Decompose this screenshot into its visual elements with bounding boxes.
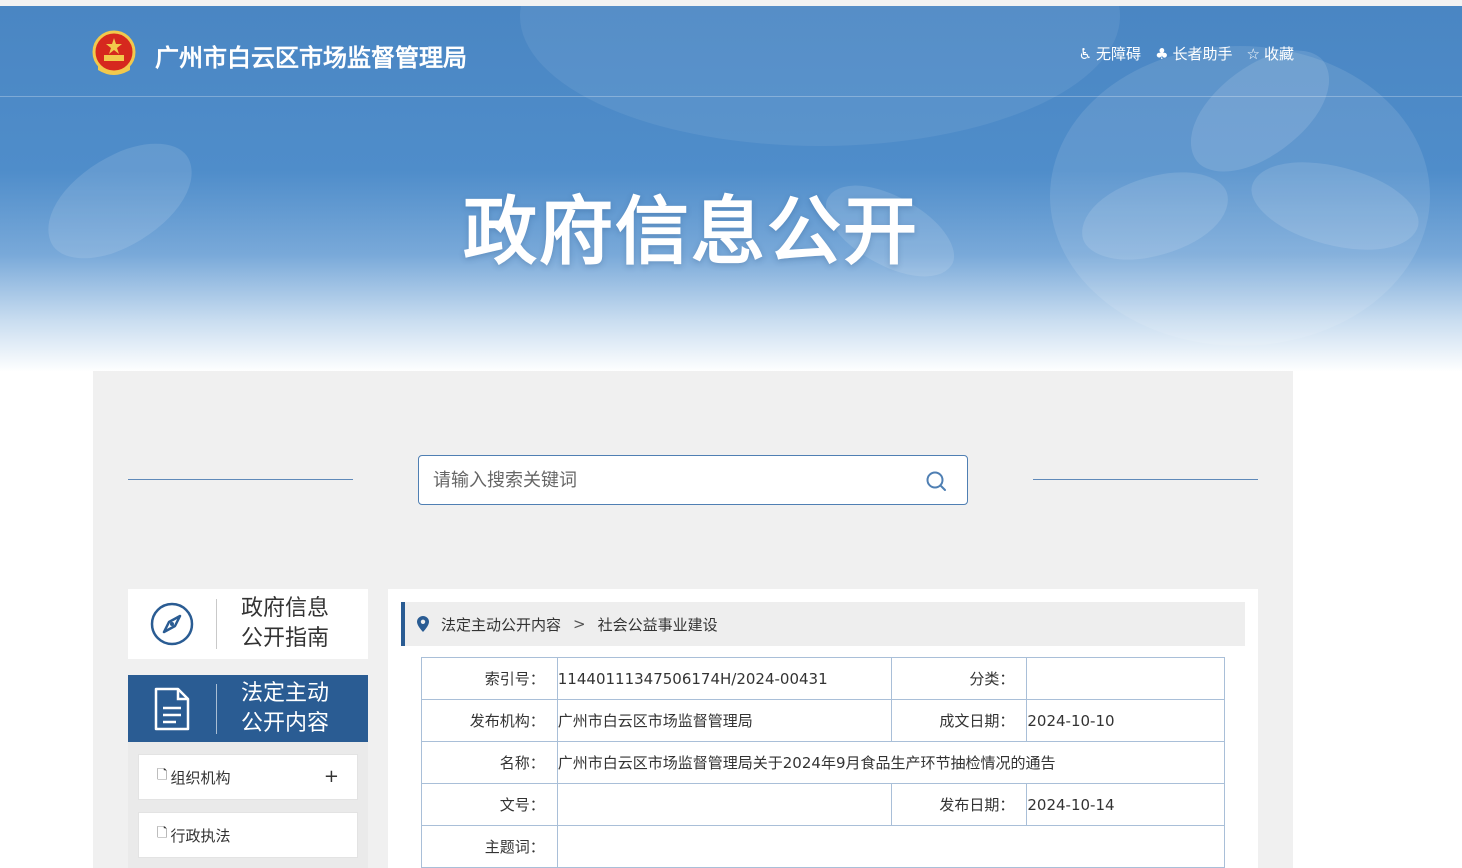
hero-title: 政府信息公开 <box>463 189 919 275</box>
chevron-right-icon: > <box>573 615 586 633</box>
table-row: 索引号： 11440111347506174H/2024-00431 分类： <box>421 657 1225 700</box>
written-date-label: 成文日期： <box>890 699 1028 742</box>
breadcrumb: 法定主动公开内容 > 社会公益事业建设 <box>401 602 1245 646</box>
location-pin-icon <box>417 616 429 632</box>
subject-value <box>556 825 1226 868</box>
expand-icon[interactable]: + <box>324 766 339 787</box>
search-input[interactable] <box>433 464 913 496</box>
info-table: 索引号： 11440111347506174H/2024-00431 分类： 发… <box>421 657 1226 868</box>
accessibility-link[interactable]: ♿ 无障碍 <box>1079 43 1141 64</box>
wheelchair-icon: ♿ <box>1078 44 1093 63</box>
search-left-line <box>128 479 353 480</box>
nav-card-statutory-disclosure[interactable]: 法定主动 公开内容 <box>128 675 368 742</box>
favorite-link[interactable]: ☆ 收藏 <box>1247 43 1294 64</box>
subject-label: 主题词： <box>421 825 558 868</box>
table-row: 名称： 广州市白云区市场监督管理局关于2024年9月食品生产环节抽检情况的通告 <box>421 741 1226 784</box>
search-box <box>418 455 968 505</box>
nav-card-gov-info-guide[interactable]: 政府信息 公开指南 <box>128 589 368 659</box>
nav-card-line1: 政府信息 <box>241 596 330 621</box>
nav-card-line1: 法定主动 <box>241 680 330 706</box>
table-row: 发布机构： 广州市白云区市场监督管理局 成文日期： 2024-10-10 <box>421 699 1225 742</box>
subnav-item-organization[interactable]: 🗋 组织机构 + <box>138 754 358 800</box>
category-label: 分类： <box>890 657 1028 700</box>
site-title: 广州市白云区市场监督管理局 <box>155 44 467 72</box>
index-label: 索引号： <box>421 657 558 700</box>
doc-icon: 🗋 <box>157 768 168 783</box>
national-emblem-icon <box>92 30 136 75</box>
table-row: 主题词： <box>421 825 1226 868</box>
search-right-line <box>1033 479 1258 480</box>
breadcrumb-item[interactable]: 法定主动公开内容 <box>441 614 561 635</box>
elder-helper-icon: ♣ <box>1155 44 1169 63</box>
publisher-label: 发布机构： <box>421 699 558 742</box>
star-icon: ☆ <box>1246 44 1260 63</box>
search-icon[interactable] <box>925 470 947 492</box>
header-divider <box>0 96 1462 97</box>
nav-card-line2: 公开指南 <box>241 626 330 651</box>
doc-no-label: 文号： <box>421 783 558 826</box>
category-value <box>1026 657 1225 700</box>
publish-date-value: 2024-10-14 <box>1026 783 1225 826</box>
written-date-value: 2024-10-10 <box>1026 699 1225 742</box>
elder-helper-link[interactable]: ♣ 长者助手 <box>1155 43 1232 64</box>
publish-date-label: 发布日期： <box>890 783 1028 826</box>
name-label: 名称： <box>421 741 558 784</box>
doc-no-value <box>556 783 892 826</box>
publisher-value: 广州市白云区市场监督管理局 <box>556 699 892 742</box>
index-value: 11440111347506174H/2024-00431 <box>556 657 892 700</box>
doc-icon: 🗋 <box>157 826 168 841</box>
document-icon <box>154 687 190 730</box>
subnav-item-administrative-enforcement[interactable]: 🗋 行政执法 <box>138 812 358 858</box>
nav-card-line2: 公开内容 <box>241 710 330 736</box>
compass-icon <box>150 602 194 646</box>
table-row: 文号： 发布日期： 2024-10-14 <box>421 783 1225 826</box>
top-links: ♿ 无障碍 ♣ 长者助手 ☆ 收藏 <box>1079 43 1294 64</box>
breadcrumb-item[interactable]: 社会公益事业建设 <box>598 614 718 635</box>
name-value: 广州市白云区市场监督管理局关于2024年9月食品生产环节抽检情况的通告 <box>556 741 1226 784</box>
